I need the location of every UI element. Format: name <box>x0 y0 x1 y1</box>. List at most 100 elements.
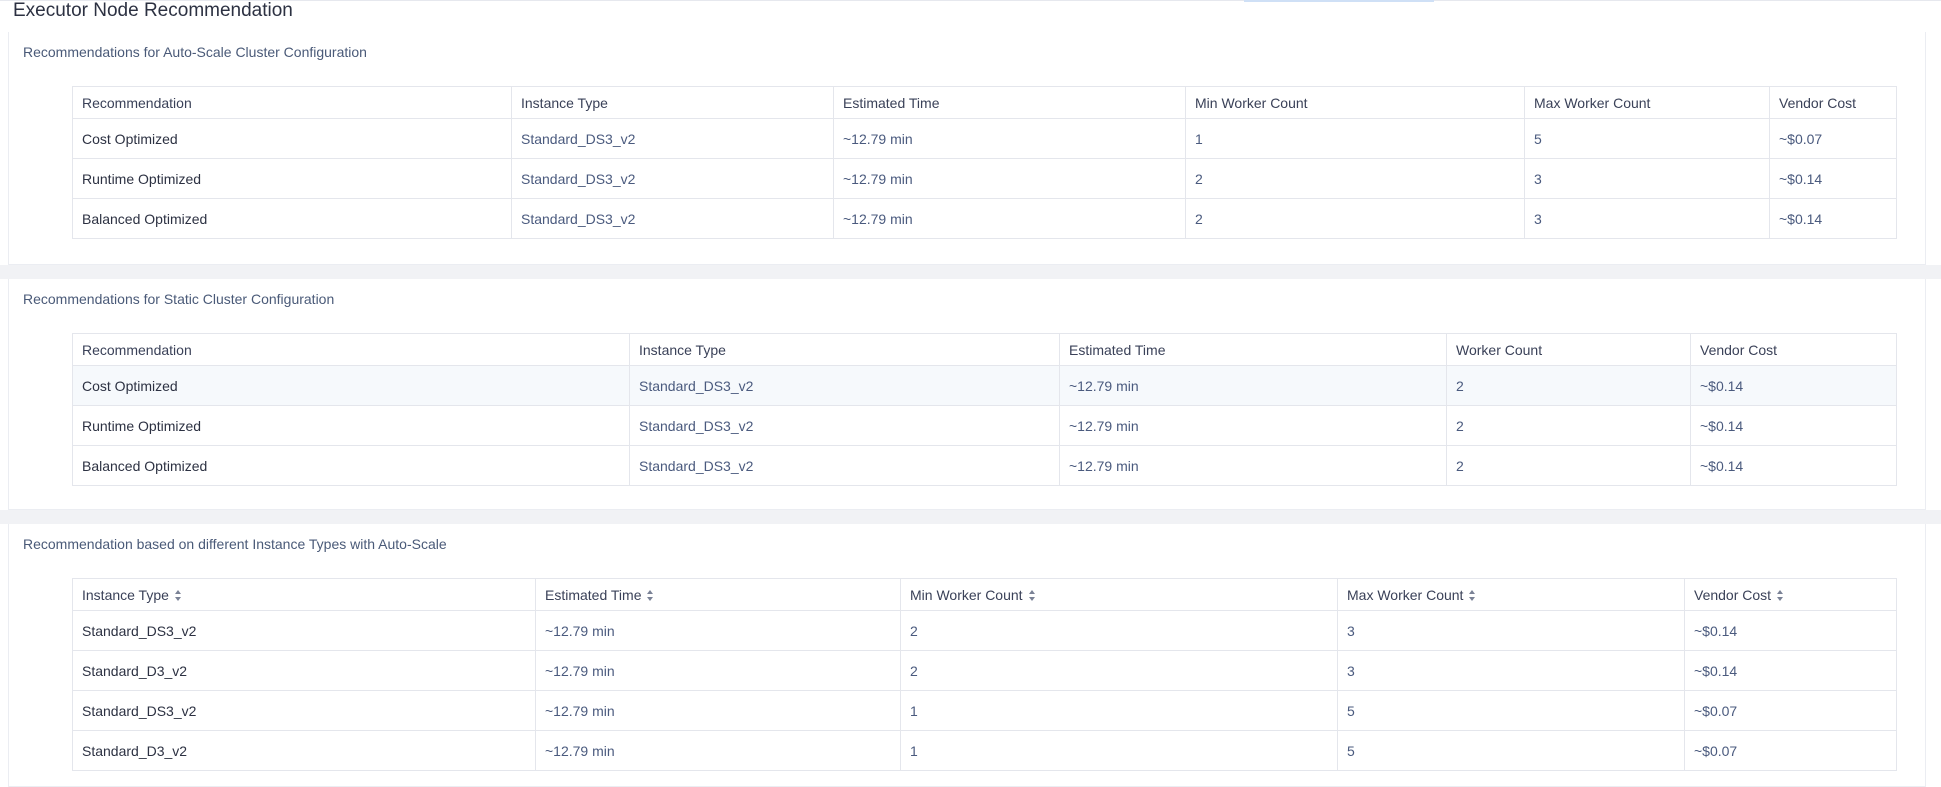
cell-recommendation: Balanced Optimized <box>72 198 512 239</box>
cell-estimated-time: ~12.79 min <box>535 730 901 771</box>
table-row[interactable]: Cost Optimized Standard_DS3_v2 ~12.79 mi… <box>72 118 1897 159</box>
cell-recommendation: Balanced Optimized <box>72 445 630 486</box>
cell-vendor-cost: ~$0.14 <box>1769 198 1897 239</box>
cell-max-worker-count: 5 <box>1337 690 1685 731</box>
table-header-row: Recommendation Instance Type Estimated T… <box>72 333 1897 366</box>
cell-vendor-cost: ~$0.14 <box>1769 158 1897 199</box>
cell-instance-type: Standard_DS3_v2 <box>72 610 536 651</box>
cell-instance-type: Standard_DS3_v2 <box>511 198 834 239</box>
cell-vendor-cost: ~$0.14 <box>1690 405 1897 446</box>
instances-panel: Recommendation based on different Instan… <box>8 524 1926 787</box>
cell-recommendation: Cost Optimized <box>72 365 630 406</box>
instances-table: Instance Type Estimated Time Min Worker … <box>72 578 1897 771</box>
table-row[interactable]: Runtime Optimized Standard_DS3_v2 ~12.79… <box>72 158 1897 199</box>
col-recommendation[interactable]: Recommendation <box>72 333 630 366</box>
page-title: Executor Node Recommendation <box>13 0 293 21</box>
cell-max-worker-count: 3 <box>1524 198 1770 239</box>
cell-instance-type: Standard_DS3_v2 <box>629 365 1060 406</box>
cell-instance-type: Standard_DS3_v2 <box>629 445 1060 486</box>
col-vendor-cost[interactable]: Vendor Cost <box>1684 578 1897 611</box>
table-row[interactable]: Cost Optimized Standard_DS3_v2 ~12.79 mi… <box>72 365 1897 406</box>
cell-max-worker-count: 5 <box>1524 118 1770 159</box>
cell-recommendation: Runtime Optimized <box>72 158 512 199</box>
col-estimated-time[interactable]: Estimated Time <box>1059 333 1447 366</box>
cell-estimated-time: ~12.79 min <box>833 158 1186 199</box>
cell-worker-count: 2 <box>1446 405 1691 446</box>
cell-worker-count: 2 <box>1446 365 1691 406</box>
cell-max-worker-count: 5 <box>1337 730 1685 771</box>
cell-min-worker-count: 2 <box>900 650 1338 691</box>
table-row[interactable]: Standard_DS3_v2 ~12.79 min 2 3 ~$0.14 <box>72 610 1897 651</box>
autoscale-table: Recommendation Instance Type Estimated T… <box>72 86 1897 239</box>
cell-estimated-time: ~12.79 min <box>833 118 1186 159</box>
cell-estimated-time: ~12.79 min <box>833 198 1186 239</box>
table-header-row: Instance Type Estimated Time Min Worker … <box>72 578 1897 611</box>
static-table: Recommendation Instance Type Estimated T… <box>72 333 1897 486</box>
cell-min-worker-count: 2 <box>1185 158 1525 199</box>
cell-instance-type: Standard_DS3_v2 <box>629 405 1060 446</box>
cell-min-worker-count: 2 <box>900 610 1338 651</box>
cell-estimated-time: ~12.79 min <box>535 650 901 691</box>
sort-icon[interactable] <box>1469 590 1476 602</box>
col-recommendation[interactable]: Recommendation <box>72 86 512 119</box>
cell-vendor-cost: ~$0.14 <box>1684 610 1897 651</box>
col-min-worker-count[interactable]: Min Worker Count <box>900 578 1338 611</box>
col-vendor-cost[interactable]: Vendor Cost <box>1769 86 1897 119</box>
table-row[interactable]: Balanced Optimized Standard_DS3_v2 ~12.7… <box>72 445 1897 486</box>
table-header-row: Recommendation Instance Type Estimated T… <box>72 86 1897 119</box>
table-row[interactable]: Standard_D3_v2 ~12.79 min 2 3 ~$0.14 <box>72 650 1897 691</box>
col-instance-type[interactable]: Instance Type <box>629 333 1060 366</box>
col-estimated-time[interactable]: Estimated Time <box>535 578 901 611</box>
cell-instance-type: Standard_DS3_v2 <box>511 118 834 159</box>
sort-icon[interactable] <box>647 590 654 602</box>
cell-instance-type: Standard_D3_v2 <box>72 650 536 691</box>
table-row[interactable]: Standard_DS3_v2 ~12.79 min 1 5 ~$0.07 <box>72 690 1897 731</box>
cell-instance-type: Standard_DS3_v2 <box>72 690 536 731</box>
sort-icon[interactable] <box>1777 590 1784 602</box>
static-panel-title: Recommendations for Static Cluster Confi… <box>23 291 335 307</box>
cell-recommendation: Runtime Optimized <box>72 405 630 446</box>
section-separator <box>0 265 1941 279</box>
cell-instance-type: Standard_D3_v2 <box>72 730 536 771</box>
cell-estimated-time: ~12.79 min <box>535 610 901 651</box>
cell-min-worker-count: 1 <box>900 690 1338 731</box>
col-estimated-time[interactable]: Estimated Time <box>833 86 1186 119</box>
cell-max-worker-count: 3 <box>1337 650 1685 691</box>
cell-vendor-cost: ~$0.07 <box>1684 730 1897 771</box>
col-min-worker-count[interactable]: Min Worker Count <box>1185 86 1525 119</box>
col-worker-count[interactable]: Worker Count <box>1446 333 1691 366</box>
cell-max-worker-count: 3 <box>1524 158 1770 199</box>
autoscale-panel: Recommendations for Auto-Scale Cluster C… <box>8 32 1926 265</box>
cell-recommendation: Cost Optimized <box>72 118 512 159</box>
table-row[interactable]: Standard_D3_v2 ~12.79 min 1 5 ~$0.07 <box>72 730 1897 771</box>
cell-estimated-time: ~12.79 min <box>1059 445 1447 486</box>
col-vendor-cost[interactable]: Vendor Cost <box>1690 333 1897 366</box>
active-tab-indicator <box>1244 0 1434 2</box>
cell-instance-type: Standard_DS3_v2 <box>511 158 834 199</box>
cell-vendor-cost: ~$0.07 <box>1684 690 1897 731</box>
cell-estimated-time: ~12.79 min <box>1059 365 1447 406</box>
cell-max-worker-count: 3 <box>1337 610 1685 651</box>
section-separator <box>0 510 1941 524</box>
cell-min-worker-count: 2 <box>1185 198 1525 239</box>
autoscale-panel-title: Recommendations for Auto-Scale Cluster C… <box>23 44 367 60</box>
sort-icon[interactable] <box>1028 590 1036 602</box>
cell-estimated-time: ~12.79 min <box>1059 405 1447 446</box>
cell-min-worker-count: 1 <box>1185 118 1525 159</box>
col-instance-type[interactable]: Instance Type <box>72 578 536 611</box>
table-row[interactable]: Balanced Optimized Standard_DS3_v2 ~12.7… <box>72 198 1897 239</box>
instances-panel-title: Recommendation based on different Instan… <box>23 536 447 552</box>
sort-icon[interactable] <box>174 590 182 602</box>
cell-vendor-cost: ~$0.14 <box>1684 650 1897 691</box>
col-instance-type[interactable]: Instance Type <box>511 86 834 119</box>
static-panel: Recommendations for Static Cluster Confi… <box>8 279 1926 510</box>
cell-vendor-cost: ~$0.07 <box>1769 118 1897 159</box>
cell-min-worker-count: 1 <box>900 730 1338 771</box>
col-max-worker-count[interactable]: Max Worker Count <box>1524 86 1770 119</box>
cell-estimated-time: ~12.79 min <box>535 690 901 731</box>
col-max-worker-count[interactable]: Max Worker Count <box>1337 578 1685 611</box>
cell-vendor-cost: ~$0.14 <box>1690 445 1897 486</box>
cell-worker-count: 2 <box>1446 445 1691 486</box>
table-row[interactable]: Runtime Optimized Standard_DS3_v2 ~12.79… <box>72 405 1897 446</box>
cell-vendor-cost: ~$0.14 <box>1690 365 1897 406</box>
